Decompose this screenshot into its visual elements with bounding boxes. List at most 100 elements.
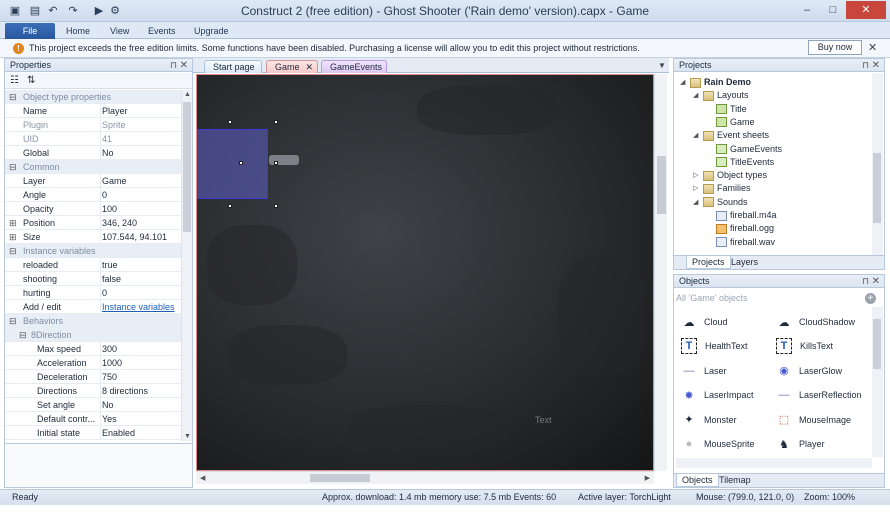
tree-item[interactable]: ◢ Event sheets	[693, 129, 769, 142]
tab-events[interactable]: Events	[140, 24, 184, 38]
expand-arrow-icon[interactable]: ▷	[693, 182, 703, 195]
property-value[interactable]: 1000	[102, 356, 122, 370]
instance-variables-link[interactable]: Instance variables	[102, 300, 175, 314]
property-category[interactable]: ⊟ Common	[5, 160, 181, 174]
objects-filter-label[interactable]: All 'Game' objects	[676, 293, 747, 303]
tab-home[interactable]: Home	[58, 24, 98, 38]
tab-projects[interactable]: Projects	[686, 256, 731, 269]
tab-game-layout[interactable]: Game ✕	[266, 60, 318, 73]
object-item[interactable]: ⬚ MouseImage	[773, 410, 851, 430]
property-row[interactable]: Default contr... Yes	[5, 412, 181, 426]
tab-file[interactable]: File	[5, 23, 55, 39]
scroll-thumb[interactable]	[873, 153, 881, 223]
close-icon[interactable]: ✕	[180, 59, 188, 72]
property-row[interactable]: hurting 0	[5, 286, 181, 300]
property-category[interactable]: ⊟ Behaviors	[5, 314, 181, 328]
undo-icon[interactable]: ↶	[46, 4, 60, 18]
property-row[interactable]: Directions 8 directions	[5, 384, 181, 398]
maximize-button[interactable]: □	[820, 1, 846, 19]
property-row[interactable]: Angle 0	[5, 188, 181, 202]
property-row[interactable]: Add / edit Instance variables	[5, 300, 181, 314]
collapse-arrow-icon[interactable]: ◢	[693, 129, 703, 142]
property-value[interactable]: 41	[102, 132, 112, 146]
property-value[interactable]: 750	[102, 370, 117, 384]
object-item[interactable]: ✦ Monster	[678, 410, 736, 430]
minimize-button[interactable]: –	[794, 1, 820, 19]
text-object[interactable]: Text	[535, 415, 552, 425]
resize-handle[interactable]	[274, 161, 278, 165]
tree-item[interactable]: ◢ Sounds	[693, 196, 748, 209]
tree-item[interactable]: ▷ Families	[693, 182, 751, 195]
tree-item[interactable]: GameEvents	[706, 143, 782, 156]
property-value[interactable]: 8 directions	[102, 384, 148, 398]
tree-item[interactable]: ◢ Layouts	[693, 89, 749, 102]
property-value[interactable]: true	[102, 258, 118, 272]
property-row[interactable]: Opacity 100	[5, 202, 181, 216]
collapse-icon[interactable]: ⊟	[19, 328, 27, 342]
close-window-button[interactable]: ✕	[846, 1, 886, 19]
resize-handle[interactable]	[228, 204, 232, 208]
tree-item[interactable]: ▷ Object types	[693, 169, 767, 182]
property-row[interactable]: Deceleration 750	[5, 370, 181, 384]
expand-arrow-icon[interactable]: ▷	[693, 169, 703, 182]
object-item[interactable]: T KillsText	[773, 336, 833, 356]
property-value[interactable]: Sprite	[102, 118, 126, 132]
layout-canvas[interactable]: Text	[196, 74, 654, 471]
tab-layers[interactable]: Layers	[726, 256, 763, 269]
property-row[interactable]: Initial state Enabled	[5, 426, 181, 440]
object-item[interactable]: ☁ CloudShadow	[773, 312, 856, 332]
debug-gear-icon[interactable]: ⚙	[108, 4, 122, 18]
property-value[interactable]: Enabled	[102, 426, 135, 440]
property-category[interactable]: ⊟ Instance variables	[5, 244, 181, 258]
collapse-arrow-icon[interactable]: ◢	[680, 76, 690, 89]
scroll-left-icon[interactable]: ◀	[200, 474, 205, 482]
expand-icon[interactable]: ⊞	[9, 216, 17, 230]
objects-horizontal-scrollbar[interactable]	[676, 458, 872, 468]
property-value[interactable]: Yes	[102, 412, 117, 426]
property-category[interactable]: ⊟ 8Direction	[5, 328, 181, 342]
tree-item[interactable]: Game	[706, 116, 755, 129]
object-item[interactable]: ◉ LaserGlow	[773, 361, 842, 381]
objects-scrollbar[interactable]	[872, 307, 883, 457]
property-value[interactable]: 107.544, 94.101	[102, 230, 167, 244]
property-row[interactable]: ⊞ Position 346, 240	[5, 216, 181, 230]
categorized-view-icon[interactable]: ☷	[10, 75, 19, 86]
save-icon[interactable]: ▤	[28, 4, 42, 18]
collapse-icon[interactable]: ⊟	[9, 90, 17, 104]
property-row[interactable]: ⊞ Size 107.544, 94.101	[5, 230, 181, 244]
property-row[interactable]: Name Player	[5, 104, 181, 118]
resize-handle[interactable]	[228, 120, 232, 124]
scroll-thumb[interactable]	[873, 319, 881, 369]
close-icon[interactable]: ✕	[868, 41, 877, 54]
object-item[interactable]: ✸ LaserImpact	[678, 385, 753, 405]
object-item[interactable]: ♞ Player	[773, 434, 824, 454]
tree-item[interactable]: Title	[706, 103, 747, 116]
scroll-down-icon[interactable]: ▼	[184, 433, 191, 440]
property-value[interactable]: No	[102, 146, 114, 160]
property-value[interactable]: 346, 240	[102, 216, 137, 230]
pin-icon[interactable]: ⊓	[862, 59, 869, 72]
property-value[interactable]: Game	[102, 174, 127, 188]
tab-start-page[interactable]: Start page	[204, 60, 262, 73]
tab-upgrade[interactable]: Upgrade	[186, 24, 237, 38]
collapse-icon[interactable]: ⊟	[9, 314, 17, 328]
property-value[interactable]: 100	[102, 202, 117, 216]
canvas-vertical-scrollbar[interactable]	[654, 74, 667, 471]
properties-scrollbar[interactable]: ▲ ▼	[181, 90, 192, 441]
tree-item[interactable]: TitleEvents	[706, 156, 774, 169]
canvas-horizontal-scrollbar[interactable]: ◀ ▶	[196, 471, 654, 484]
property-row[interactable]: Global No	[5, 146, 181, 160]
object-item[interactable]: T HealthText	[678, 336, 748, 356]
object-item[interactable]: ● MouseSprite	[678, 434, 755, 454]
property-row[interactable]: Set angle No	[5, 398, 181, 412]
tab-game-events[interactable]: GameEvents	[321, 60, 387, 73]
close-icon[interactable]: ✕	[305, 61, 313, 73]
resize-handle[interactable]	[274, 120, 278, 124]
scroll-thumb[interactable]	[310, 474, 370, 482]
pin-icon[interactable]: ⊓	[170, 59, 177, 72]
pin-icon[interactable]: ⊓	[862, 275, 869, 288]
property-row[interactable]: shooting false	[5, 272, 181, 286]
run-icon[interactable]: ▶	[92, 4, 106, 18]
property-row[interactable]: Acceleration 1000	[5, 356, 181, 370]
projects-scrollbar[interactable]	[872, 73, 883, 255]
